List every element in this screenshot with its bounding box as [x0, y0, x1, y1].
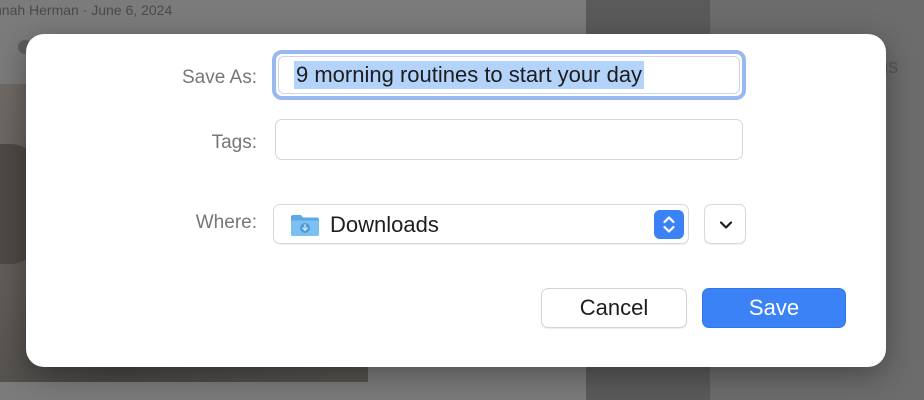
where-select[interactable]: Downloads [273, 204, 689, 244]
cancel-button[interactable]: Cancel [541, 288, 687, 328]
save-as-field-inner[interactable]: 9 morning routines to start your day [278, 56, 740, 94]
where-label: Where: [195, 212, 257, 233]
save-as-field[interactable]: 9 morning routines to start your day [272, 50, 746, 100]
save-as-label: Save As: [182, 67, 257, 88]
save-as-input-text[interactable]: 9 morning routines to start your day [294, 61, 645, 89]
save-button[interactable]: Save [702, 288, 846, 328]
where-value: Downloads [330, 212, 439, 237]
expand-dialog-button[interactable] [704, 204, 746, 244]
tags-label: Tags: [211, 132, 257, 153]
chevron-down-icon [719, 221, 733, 229]
tags-field[interactable] [275, 119, 743, 160]
downloads-folder-icon [291, 215, 319, 236]
save-dialog: Save As: 9 morning routines to start you… [26, 34, 886, 367]
up-down-chevron-icon[interactable] [654, 210, 684, 239]
article-byline: nnah Herman · June 6, 2024 [0, 2, 173, 18]
